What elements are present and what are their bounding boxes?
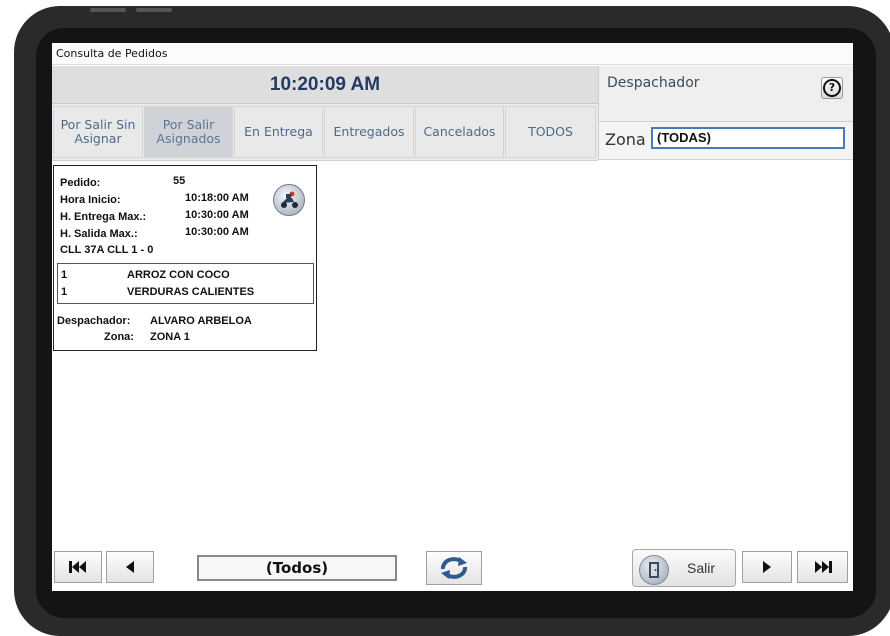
card-despachador-value: ALVARO ARBELOA [150, 315, 252, 327]
pedido-label: Pedido: [60, 177, 101, 189]
order-items: 1 ARROZ CON COCO 1 VERDURAS CALIENTES [57, 263, 314, 304]
despachador-label: Despachador [607, 75, 700, 91]
item-qty: 1 [61, 269, 68, 281]
salida-max-label: H. Salida Max.: [60, 228, 138, 240]
zona-input[interactable]: (TODAS) [651, 127, 845, 149]
refresh-icon [440, 557, 468, 579]
device-button [136, 8, 172, 12]
hora-inicio-label: Hora Inicio: [60, 194, 121, 206]
filter-display[interactable]: (Todos) [197, 555, 397, 581]
order-address: CLL 37A CLL 1 - 0 [60, 244, 154, 256]
tab-entregados[interactable]: Entregados [324, 106, 414, 158]
help-icon: ? [823, 79, 841, 97]
hora-inicio-value: 10:18:00 AM [185, 192, 249, 204]
entrega-max-value: 10:30:00 AM [185, 209, 249, 221]
first-page-button[interactable] [54, 551, 102, 583]
previous-button[interactable] [106, 551, 154, 583]
previous-icon [126, 561, 134, 573]
tab-por-salir-asignados[interactable]: Por Salir Asignados [144, 106, 233, 158]
item-name: ARROZ CON COCO [127, 269, 230, 281]
card-zona-label: Zona: [104, 331, 134, 343]
pedido-value: 55 [173, 175, 186, 187]
exit-door-icon [639, 555, 669, 585]
order-card[interactable]: Pedido: 55 Hora Inicio: 10:18:00 AM H. E… [53, 165, 317, 351]
tab-todos[interactable]: TODOS [505, 106, 596, 158]
card-despachador-label: Despachador: [57, 315, 131, 327]
app-screen: Consulta de Pedidos 10:20:09 AM Por Sali… [52, 43, 853, 601]
footer-toolbar: (Todos) Salir [52, 549, 853, 591]
screen-bottom-edge [52, 591, 853, 601]
help-button[interactable]: ? [821, 77, 843, 99]
clock-display: 10:20:09 AM [269, 74, 381, 95]
window-title: Consulta de Pedidos [52, 43, 853, 65]
zona-label: Zona [605, 130, 646, 149]
tab-cancelados[interactable]: Cancelados [415, 106, 504, 158]
salir-button[interactable]: Salir [632, 549, 736, 587]
item-name: VERDURAS CALIENTES [127, 286, 255, 298]
device-button [90, 8, 126, 12]
delivery-scooter-icon[interactable] [273, 184, 305, 216]
despachador-panel: Despachador ? [598, 66, 853, 122]
entrega-max-label: H. Entrega Max.: [60, 211, 147, 223]
tab-por-salir-sin-asignar[interactable]: Por Salir Sin Asignar [53, 106, 143, 158]
tab-en-entrega[interactable]: En Entrega [234, 106, 323, 158]
refresh-button[interactable] [426, 551, 482, 585]
salida-max-value: 10:30:00 AM [185, 226, 249, 238]
next-button[interactable] [742, 551, 792, 583]
salir-label: Salir [687, 560, 716, 576]
next-icon [763, 561, 771, 573]
last-page-icon [814, 561, 832, 573]
last-page-button[interactable] [797, 551, 848, 583]
item-qty: 1 [61, 286, 68, 298]
zona-filter: Zona (TODAS) [598, 122, 853, 160]
first-page-icon [69, 561, 86, 573]
status-tabs: Por Salir Sin Asignar Por Salir Asignado… [52, 104, 598, 161]
clock-bar: 10:20:09 AM [52, 66, 598, 104]
card-zona-value: ZONA 1 [150, 331, 190, 343]
